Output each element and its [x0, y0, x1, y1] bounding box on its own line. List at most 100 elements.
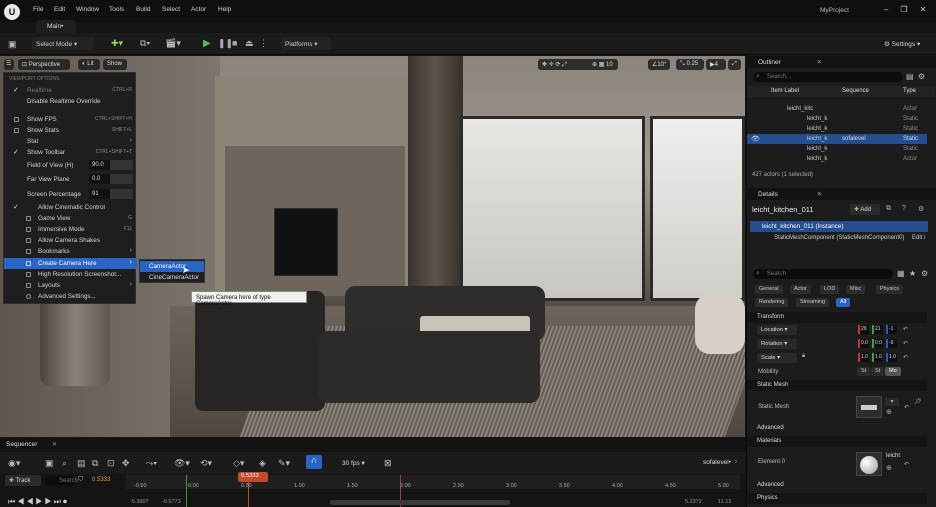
timeline-scrollbar[interactable]	[330, 500, 510, 505]
key-icon[interactable]: ◇▾	[233, 458, 244, 469]
reset-icon[interactable]: ↶	[903, 340, 908, 347]
scale-z-field[interactable]: 1.0	[886, 353, 897, 362]
close-icon[interactable]: ✕	[817, 191, 822, 198]
details-instance-row[interactable]: leicht_kitchen_011 (Instance)	[750, 221, 928, 232]
angle-snap[interactable]: ∠10°	[648, 59, 670, 70]
blueprint-icon[interactable]: ⧉	[886, 205, 891, 213]
submenu-item-camera-actor[interactable]: CameraActor	[140, 261, 204, 272]
save-icon[interactable]: ▣	[8, 39, 17, 50]
menu-item-create-camera-here[interactable]: Create Camera Here ›	[4, 258, 137, 269]
far-view-plane-slider[interactable]	[110, 174, 133, 184]
location-x-field[interactable]: 29	[858, 325, 869, 334]
fov-slider[interactable]	[110, 160, 133, 170]
edit-link[interactable]: Edit i	[912, 235, 925, 241]
playhead[interactable]: 0.5333	[238, 472, 268, 482]
pin-icon[interactable]: 📌︎	[914, 398, 922, 405]
play-icon[interactable]: ▶	[203, 38, 212, 49]
sequencer-tab[interactable]: Sequencer ✕	[0, 438, 745, 452]
scale-snap[interactable]: ⤡ 0.25	[676, 59, 704, 70]
key-tools-icon[interactable]: ⤳▾	[146, 458, 157, 469]
filter-actor[interactable]: Actor	[790, 285, 811, 294]
current-time-field[interactable]: 0.5333	[92, 477, 110, 483]
transport-controls[interactable]: ⏮◀◀▶▶⏭⏺	[8, 497, 69, 507]
tracks-icon[interactable]: ⊠	[384, 458, 392, 469]
menu-item-immersive-mode[interactable]: Immersive Mode F11	[4, 224, 137, 235]
menu-actor[interactable]: Actor	[191, 6, 206, 13]
reset-icon[interactable]: ↶	[904, 404, 909, 411]
minimize-icon[interactable]: –	[880, 5, 892, 17]
scale-x-field[interactable]: 1.0	[858, 353, 869, 362]
menu-tools[interactable]: Tools	[109, 6, 124, 13]
menu-item-high-res-screenshot[interactable]: High Resolution Screenshot...	[4, 269, 137, 280]
grid-snap[interactable]: ⊕ ▦ 10	[588, 59, 643, 70]
material-name[interactable]: leicht	[886, 453, 900, 459]
location-dropdown[interactable]: Location ▾	[757, 325, 797, 335]
cinematics-icon[interactable]: 🎬︎▾	[165, 38, 181, 49]
menu-item-allow-cinematic-control[interactable]: ✓ Allow Cinematic Control	[4, 202, 137, 213]
mobility-stationary[interactable]: St	[871, 367, 885, 376]
browse-icon[interactable]: ⊕	[886, 464, 892, 472]
add-track-button[interactable]: ✚ Track	[5, 475, 41, 486]
start-marker[interactable]	[186, 475, 187, 507]
submenu-item-cine-camera-actor[interactable]: CineCameraActor	[140, 272, 204, 283]
maximize-viewport-icon[interactable]: ⤢	[728, 59, 741, 70]
add-component-button[interactable]: ✚ Add	[850, 204, 880, 215]
scale-y-field[interactable]: 1.0	[872, 353, 883, 362]
menu-file[interactable]: File	[33, 6, 43, 13]
reset-icon[interactable]: ↶	[903, 354, 908, 361]
filter-streaming[interactable]: Streaming	[796, 298, 830, 307]
add-folder-icon[interactable]: ▤	[906, 72, 914, 81]
section-transform[interactable]: Transform	[747, 312, 927, 323]
section-materials[interactable]: Materials	[747, 436, 927, 447]
lit-button[interactable]: ◐ Lit	[78, 59, 100, 70]
eject-icon[interactable]: ⏏	[245, 38, 254, 48]
outliner-row[interactable]: leicht_k Actor	[747, 154, 927, 164]
menu-edit[interactable]: Edit	[54, 6, 65, 13]
close-icon[interactable]: ✕	[817, 59, 822, 66]
menu-item-realtime[interactable]: ✓ Realtime CTRL+R	[4, 85, 137, 96]
reset-icon[interactable]: ↶	[904, 461, 909, 468]
col-item-label[interactable]: Item Label	[771, 88, 799, 94]
rotation-y-field[interactable]: 0.0	[872, 339, 883, 348]
camera-speed[interactable]: ▶4	[706, 59, 726, 70]
mobility-static[interactable]: St	[857, 367, 871, 376]
filter-rendering[interactable]: Rendering	[755, 298, 789, 307]
stop-icon[interactable]: ■	[232, 38, 241, 48]
eye-icon[interactable]: 👁︎	[751, 135, 760, 143]
unreal-logo-icon[interactable]: U	[4, 4, 20, 20]
lock-icon[interactable]: 🔒︎	[802, 353, 805, 360]
menu-item-allow-camera-shakes[interactable]: Allow Camera Shakes	[4, 235, 137, 246]
add-content-icon[interactable]: ✚▾	[111, 38, 123, 49]
location-y-field[interactable]: 21	[872, 325, 883, 334]
gear-icon[interactable]: ⚙	[918, 205, 924, 213]
timeline-ruler[interactable]	[126, 475, 740, 489]
camera-icon[interactable]: ⊡	[107, 458, 115, 469]
menu-item-show-toolbar[interactable]: ✓ Show Toolbar CTRL+SHIFT+T	[4, 147, 137, 158]
screen-percentage-input[interactable]: 91	[89, 189, 110, 199]
render-icon[interactable]: ⧉	[92, 458, 98, 469]
menu-item-disable-realtime-override[interactable]: Disable Realtime Override	[4, 96, 137, 107]
browse-icon[interactable]: ⊕	[886, 408, 892, 416]
mobility-movable[interactable]: Mo	[885, 367, 901, 376]
col-sequence[interactable]: Sequence	[842, 88, 869, 94]
playback-icon[interactable]: ⟲▾	[200, 458, 212, 469]
viewport-menu-icon[interactable]: ☰	[4, 59, 14, 70]
menu-help[interactable]: Help	[218, 6, 231, 13]
filter-all[interactable]: All	[836, 298, 851, 307]
star-icon[interactable]: ★	[909, 269, 916, 278]
autokey-icon[interactable]: ◈	[259, 458, 266, 469]
fov-input[interactable]: 90.0	[89, 160, 110, 170]
pause-icon[interactable]: ❚❚	[218, 38, 233, 48]
menu-window[interactable]: Window	[76, 6, 99, 13]
outliner-row-selected[interactable]: 👁︎ leicht_k sofalevel Static	[747, 134, 927, 144]
section-static-mesh[interactable]: Static Mesh	[747, 380, 927, 391]
show-button[interactable]: Show	[103, 59, 127, 70]
settings-button[interactable]: ⚙ Settings ▾	[880, 37, 928, 50]
filter-icon[interactable]: ⛉	[78, 476, 83, 484]
transform-icon[interactable]: ✥	[122, 458, 130, 469]
filter-physics[interactable]: Physics	[876, 285, 903, 294]
outliner-search-input[interactable]: Search...	[753, 72, 903, 82]
scale-dropdown[interactable]: Scale ▾	[757, 353, 797, 363]
rotation-z-field[interactable]: -9	[886, 339, 897, 348]
film-icon[interactable]: ▤	[77, 458, 86, 469]
